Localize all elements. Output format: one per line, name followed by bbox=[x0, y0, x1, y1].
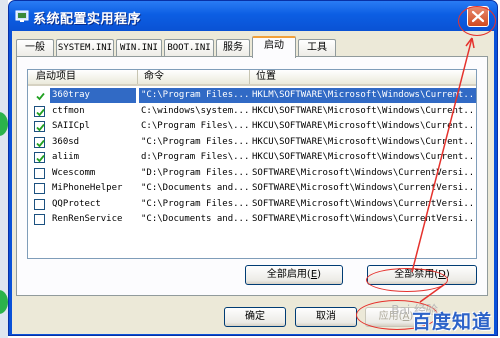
tab-tools[interactable]: 工具 bbox=[298, 39, 336, 57]
startup-checkbox[interactable] bbox=[34, 167, 45, 179]
startup-location: SOFTWARE\Microsoft\Windows\CurrentVersi.… bbox=[252, 183, 477, 193]
startup-command: "C:\Program Files... bbox=[141, 198, 250, 209]
startup-command: d:\Program Files\... bbox=[141, 152, 250, 162]
startup-row[interactable]: MiPhoneHelper "C:\Documents and... SOFTWAR… bbox=[28, 181, 477, 196]
startup-command: "C:\Documents and... bbox=[141, 214, 250, 224]
startup-checkbox[interactable] bbox=[34, 152, 45, 163]
tab-win-ini[interactable]: WIN.INI bbox=[116, 39, 162, 57]
checkmark-icon bbox=[36, 139, 45, 147]
startup-item-name: RenRenService bbox=[52, 214, 123, 224]
tab-startup[interactable]: 启动 bbox=[252, 36, 296, 58]
startup-row[interactable]: RenRenService "C:\Documents and... SOFTWAR… bbox=[28, 212, 477, 227]
close-highlight-ellipse bbox=[458, 6, 496, 36]
startup-row[interactable]: 360sd "C:\Program Files... HKCU\SOFTWARE\M… bbox=[28, 135, 477, 150]
startup-location: SOFTWARE\Microsoft\Windows\CurrentVersi.… bbox=[252, 198, 477, 209]
startup-row[interactable]: 360tray "C:\Program Files... HKLM\SOFTWARE… bbox=[28, 88, 476, 103]
tab-services[interactable]: 服务 bbox=[216, 39, 250, 57]
startup-item-name: Wcescomm bbox=[52, 167, 96, 178]
system-config-icon bbox=[15, 10, 29, 22]
startup-checkbox[interactable] bbox=[34, 105, 45, 117]
startup-item-name: 360sd bbox=[52, 136, 80, 147]
enable-all-button[interactable]: 全部启用(E) bbox=[245, 265, 343, 285]
cancel-button[interactable]: 取消 bbox=[295, 307, 357, 327]
startup-location: SOFTWARE\Microsoft\Windows\CurrentVersi.… bbox=[252, 167, 477, 178]
list-header: 启动项目 命令 位置 bbox=[28, 70, 476, 86]
startup-command: C:\Program Files\... bbox=[141, 121, 250, 131]
startup-item-name: QQProtect bbox=[52, 198, 101, 209]
startup-checkbox[interactable] bbox=[34, 198, 45, 210]
startup-item-name: MiPhoneHelper bbox=[52, 183, 123, 193]
startup-checkbox[interactable] bbox=[34, 214, 45, 225]
startup-location: HKLM\SOFTWARE\Microsoft\Windows\Current.… bbox=[250, 88, 476, 103]
tab-general[interactable]: 一般 bbox=[16, 39, 54, 57]
startup-item-name: aliim bbox=[52, 152, 80, 162]
startup-panel: 启动项目 命令 位置 360tray "C:\Program Files... HK… bbox=[16, 56, 488, 296]
startup-checkbox[interactable] bbox=[34, 90, 45, 101]
background-strip bbox=[0, 0, 8, 338]
startup-checkbox[interactable] bbox=[34, 183, 45, 194]
startup-row[interactable]: ctfmon C:\windows\system... HKCU\SOFTWARE\… bbox=[28, 104, 477, 119]
startup-command: "C:\Program Files... bbox=[139, 88, 251, 103]
startup-command: "D:\Program Files... bbox=[141, 167, 250, 178]
startup-command: C:\windows\system... bbox=[141, 105, 250, 116]
disable-all-highlight-ellipse bbox=[366, 268, 448, 292]
checkmark-icon bbox=[36, 123, 45, 132]
checkmark-icon bbox=[36, 108, 45, 116]
baidu-watermark: 百度知道 bbox=[411, 311, 492, 333]
column-location[interactable]: 位置 bbox=[250, 70, 476, 84]
ok-button[interactable]: 确定 bbox=[224, 307, 286, 327]
startup-row[interactable]: Wcescomm "D:\Program Files... SOFTWARE\Mic… bbox=[28, 166, 477, 181]
startup-checkbox[interactable] bbox=[34, 121, 45, 132]
startup-row[interactable]: aliim d:\Program Files\... HKCU\SOFTWARE\M… bbox=[28, 150, 477, 165]
startup-item-name: SAIICpl bbox=[52, 121, 90, 131]
column-startup-item[interactable]: 启动项目 bbox=[28, 70, 138, 84]
title-bar[interactable]: 系统配置实用程序 bbox=[9, 1, 497, 31]
checkmark-icon bbox=[36, 92, 45, 101]
startup-row[interactable]: QQProtect "C:\Program Files... SOFTWARE\Mi… bbox=[28, 197, 477, 212]
startup-location: SOFTWARE\Microsoft\Windows\CurrentVersi.… bbox=[252, 214, 477, 224]
tab-boot-ini[interactable]: BOOT.INI bbox=[164, 39, 214, 57]
startup-item-name: 360tray bbox=[50, 88, 136, 103]
startup-list[interactable]: 启动项目 命令 位置 360tray "C:\Program Files... HK… bbox=[27, 69, 477, 259]
startup-checkbox[interactable] bbox=[34, 136, 45, 148]
column-command[interactable]: 命令 bbox=[138, 70, 250, 84]
startup-command: "C:\Program Files... bbox=[141, 136, 250, 147]
checkmark-icon bbox=[36, 154, 45, 163]
startup-row[interactable]: SAIICpl C:\Program Files\... HKCU\SOFTWARE… bbox=[28, 119, 477, 134]
startup-item-name: ctfmon bbox=[52, 105, 85, 116]
window-title: 系统配置实用程序 bbox=[33, 12, 142, 27]
startup-location: HKCU\SOFTWARE\Microsoft\Windows\Current.… bbox=[252, 121, 477, 131]
startup-location: HKCU\SOFTWARE\Microsoft\Windows\Current.… bbox=[252, 136, 477, 147]
startup-command: "C:\Documents and... bbox=[141, 183, 250, 193]
startup-location: HKCU\SOFTWARE\Microsoft\Windows\Current.… bbox=[252, 152, 477, 162]
tab-system-ini[interactable]: SYSTEM.INI bbox=[56, 39, 114, 57]
startup-location: HKCU\SOFTWARE\Microsoft\Windows\Current.… bbox=[252, 105, 477, 116]
